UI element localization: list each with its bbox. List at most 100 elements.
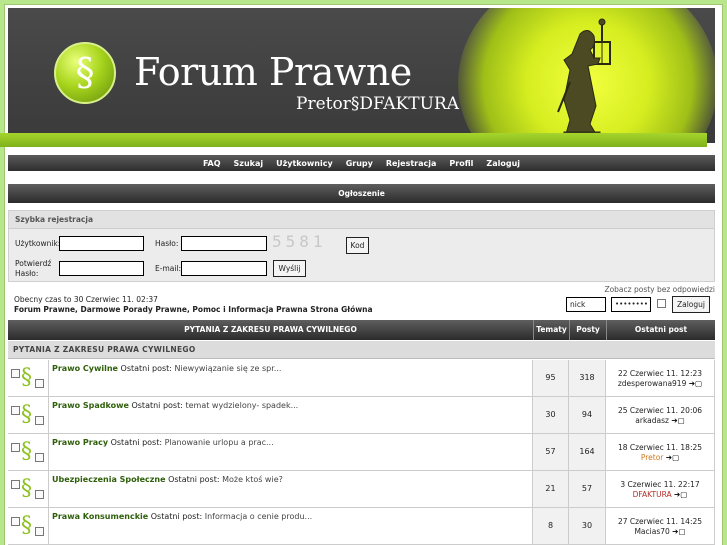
announcement-bar[interactable]: Ogłoszenie: [8, 184, 715, 203]
goto-last-post-icon[interactable]: ➔▢: [671, 416, 684, 425]
topics-count: 57: [533, 434, 569, 470]
forum-info-cell: Prawa Konsumenckie Ostatni post: Informa…: [49, 508, 533, 544]
goto-last-post-icon[interactable]: ➔▢: [689, 379, 702, 388]
last-post-date: 27 Czerwiec 11. 14:25: [617, 517, 703, 526]
last-post-title-link[interactable]: Niewywiązanie się ze spr...: [175, 364, 282, 373]
code-button[interactable]: Kod: [346, 237, 369, 254]
posts-count: 164: [569, 434, 606, 470]
last-post-cell: 27 Czerwiec 11. 14:25 Macias70 ➔▢: [606, 508, 715, 544]
remember-me-checkbox[interactable]: [657, 299, 666, 308]
forum-row: § Prawo Cywilne Ostatni post: Niewywiązan…: [8, 360, 715, 397]
forum-name-link[interactable]: Ubezpieczenia Społeczne: [52, 475, 166, 484]
forum-info-cell: Prawo Pracy Ostatni post: Planowanie url…: [49, 434, 533, 470]
nav-users[interactable]: Użytkownicy: [276, 159, 333, 168]
last-post-author-link[interactable]: DFAKTURA: [633, 490, 672, 499]
forum-name-link[interactable]: Prawo Pracy: [52, 438, 108, 447]
last-post-date: 18 Czerwiec 11. 18:25: [617, 443, 703, 452]
last-post-title-link[interactable]: Informacja o cenie produ...: [205, 512, 312, 521]
topics-count: 8: [533, 508, 569, 544]
forum-row: § Prawa Konsumenckie Ostatni post: Inform…: [8, 508, 715, 545]
captcha-image: 5581: [272, 232, 327, 251]
posts-count: 57: [569, 471, 606, 507]
section-sign-logo: §: [54, 42, 116, 104]
nav-profile[interactable]: Profil: [449, 159, 473, 168]
quick-registration-title: Szybka rejestracja: [9, 211, 714, 229]
topics-count: 30: [533, 397, 569, 433]
forum-status-cell: §: [8, 360, 49, 396]
last-post-label: Ostatni post:: [120, 364, 172, 373]
last-post-label: Ostatni post:: [131, 401, 183, 410]
last-post-title-link[interactable]: temat wydzielony- spadek...: [185, 401, 298, 410]
status-and-login-row: Obecny czas to 30 Czerwiec 11. 02:37 For…: [8, 293, 715, 319]
last-post-title-link[interactable]: Planowanie urlopu a prac...: [165, 438, 274, 447]
forum-name-link[interactable]: Prawo Spadkowe: [52, 401, 129, 410]
forum-table-header: PYTANIA Z ZAKRESU PRAWA CYWILNEGO Tematy…: [8, 320, 715, 340]
forum-status-cell: §: [8, 471, 49, 507]
username-input[interactable]: [59, 236, 144, 251]
login-username-input[interactable]: nick: [566, 297, 606, 312]
posts-count: 94: [569, 397, 606, 433]
nav-search[interactable]: Szukaj: [234, 159, 264, 168]
nav-groups[interactable]: Grupy: [346, 159, 373, 168]
last-post-author-link[interactable]: zdesperowana919: [618, 379, 687, 388]
forum-status-icon: §: [11, 476, 47, 502]
col-posts: Posty: [569, 320, 606, 340]
forum-subtitle: Pretor§DFAKTURA: [296, 94, 459, 114]
forum-info-cell: Ubezpieczenia Społeczne Ostatni post: Mo…: [49, 471, 533, 507]
confirm-password-label: Potwierdź Hasło:: [15, 259, 52, 278]
forum-title: Forum Prawne: [134, 50, 412, 94]
last-post-label: Ostatni post:: [110, 438, 163, 447]
goto-last-post-icon[interactable]: ➔▢: [666, 453, 679, 462]
last-post-cell: 22 Czerwiec 11. 12:23 zdesperowana919 ➔▢: [606, 360, 715, 396]
login-button[interactable]: Zaloguj: [672, 296, 710, 313]
col-forum: PYTANIA Z ZAKRESU PRAWA CYWILNEGO: [184, 325, 357, 334]
last-post-label: Ostatni post:: [150, 512, 203, 521]
forum-name-link[interactable]: Prawo Cywilne: [52, 364, 118, 373]
confirm-password-input[interactable]: [59, 261, 144, 276]
submit-registration-button[interactable]: Wyślij: [273, 260, 306, 277]
password-label: Hasło:: [155, 239, 179, 248]
forum-row: § Prawo Spadkowe Ostatni post: temat wydz…: [8, 397, 715, 434]
current-time: Obecny czas to 30 Czerwiec 11. 02:37: [14, 295, 158, 304]
goto-last-post-icon[interactable]: ➔▢: [674, 490, 687, 499]
forum-status-cell: §: [8, 434, 49, 470]
forum-info-cell: Prawo Spadkowe Ostatni post: temat wydzi…: [49, 397, 533, 433]
last-post-cell: 25 Czerwiec 11. 20:06 arkadasz ➔▢: [606, 397, 715, 433]
email-input[interactable]: [181, 261, 267, 276]
topics-count: 95: [533, 360, 569, 396]
forum-banner: § Forum Prawne Pretor§DFAKTURA: [8, 8, 715, 143]
username-label: Użytkownik:: [15, 239, 61, 248]
forum-status-cell: §: [8, 508, 49, 544]
forum-row: § Prawo Pracy Ostatni post: Planowanie ur…: [8, 434, 715, 471]
category-title[interactable]: PYTANIA Z ZAKRESU PRAWA CYWILNEGO: [8, 341, 715, 359]
banner-green-stripe: [0, 133, 707, 147]
col-topics: Tematy: [533, 320, 569, 340]
login-password-input[interactable]: ••••••••: [611, 297, 651, 312]
lady-justice-statue-icon: [557, 18, 611, 143]
forum-name-link[interactable]: Prawa Konsumenckie: [52, 512, 148, 521]
main-nav: FAQ Szukaj Użytkownicy Grupy Rejestracja…: [8, 155, 715, 171]
last-post-cell: 18 Czerwiec 11. 18:25 Pretor ➔▢: [606, 434, 715, 470]
nav-login[interactable]: Zaloguj: [486, 159, 520, 168]
forum-status-icon: §: [11, 513, 47, 539]
topics-count: 21: [533, 471, 569, 507]
forum-status-cell: §: [8, 397, 49, 433]
nav-faq[interactable]: FAQ: [203, 159, 221, 168]
posts-count: 318: [569, 360, 606, 396]
password-input[interactable]: [181, 236, 267, 251]
last-post-date: 25 Czerwiec 11. 20:06: [617, 406, 703, 415]
last-post-author-link[interactable]: Macias70: [634, 527, 669, 536]
forum-status-icon: §: [11, 402, 47, 428]
last-post-cell: 3 Czerwiec 11. 22:17 DFAKTURA ➔▢: [606, 471, 715, 507]
breadcrumb[interactable]: Forum Prawne, Darmowe Porady Prawne, Pom…: [14, 305, 373, 314]
last-post-author-link[interactable]: Pretor: [641, 453, 664, 462]
last-post-author-link[interactable]: arkadasz: [635, 416, 669, 425]
last-post-label: Ostatni post:: [168, 475, 220, 484]
goto-last-post-icon[interactable]: ➔▢: [672, 527, 685, 536]
last-post-date: 22 Czerwiec 11. 12:23: [617, 369, 703, 378]
email-label: E-mail:: [155, 264, 182, 273]
nav-register[interactable]: Rejestracja: [386, 159, 437, 168]
quick-registration-panel: Szybka rejestracja Użytkownik: Hasło: 55…: [8, 210, 715, 282]
last-post-title-link[interactable]: Może ktoś wie?: [222, 475, 283, 484]
forum-row: § Ubezpieczenia Społeczne Ostatni post: M…: [8, 471, 715, 508]
